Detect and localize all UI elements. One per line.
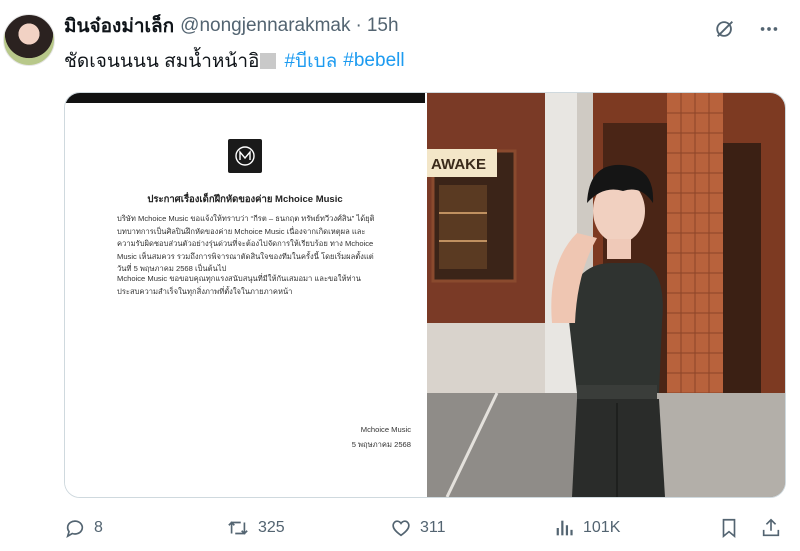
repost-icon: [228, 521, 248, 535]
reply-count: 8: [94, 519, 103, 536]
announcement-image[interactable]: ประกาศเรื่องเด็กฝึกหัดของค่าย Mchoice Mu…: [65, 93, 425, 497]
bookmark-icon: [722, 518, 736, 539]
document-paragraph: Mchoice Music ขอขอบคุณทุกแรงสนับสนุนที่ม…: [117, 274, 361, 296]
share-icon: [762, 518, 780, 537]
reply-icon: [66, 520, 84, 539]
document-title: ประกาศเรื่องเด็กฝึกหัดของค่าย Mchoice Mu…: [147, 194, 343, 205]
bookmark-button[interactable]: [718, 514, 740, 542]
post-media[interactable]: ประกาศเรื่องเด็กฝึกหัดของค่าย Mchoice Mu…: [64, 92, 786, 498]
post-text-body: ชัดเจนนนน สมน้ำหน้าอิ: [64, 51, 260, 72]
post-top-actions: [712, 16, 782, 42]
post-action-bar: 8 325 311 101K: [64, 514, 784, 542]
author-name[interactable]: มินจ๋องม่าเล็ก: [64, 11, 174, 41]
heart-icon: [392, 520, 410, 537]
document-signature-date: 5 พฤษภาคม 2568: [351, 440, 411, 449]
repost-button[interactable]: 325: [226, 514, 285, 542]
redacted-word: [260, 53, 277, 69]
repost-count: 325: [258, 519, 285, 536]
views-icon: [556, 520, 573, 536]
share-button[interactable]: [760, 514, 782, 542]
views-count: 101K: [583, 519, 621, 536]
awake-sign: AWAKE: [431, 156, 486, 173]
post-text: ชัดเจนนนน สมน้ำหน้าอิ #บีเบล #bebell: [64, 46, 405, 76]
post-header: มินจ๋องม่าเล็ก @nongjennarakmak · 15h: [64, 13, 720, 39]
document-signature-org: Mchoice Music: [360, 425, 411, 434]
more-icon[interactable]: [756, 16, 782, 42]
mchoice-logo-icon: [228, 139, 262, 173]
grok-icon[interactable]: [712, 16, 738, 42]
author-handle[interactable]: @nongjennarakmak: [180, 15, 350, 37]
separator-dot: ·: [355, 15, 362, 36]
person-photo[interactable]: AWAKE: [427, 93, 785, 497]
like-button[interactable]: 311: [390, 514, 446, 542]
document-paragraph: บริษัท Mchoice Music ขอแจ้งให้ทราบว่า “ก…: [117, 214, 375, 273]
reply-button[interactable]: 8: [64, 514, 103, 542]
views-button[interactable]: 101K: [553, 514, 620, 542]
avatar[interactable]: [3, 14, 55, 66]
hashtag-link[interactable]: #บีเบล: [284, 46, 337, 76]
hashtag-link[interactable]: #bebell: [343, 50, 404, 72]
post-time[interactable]: 15h: [367, 15, 399, 37]
like-count: 311: [420, 519, 446, 536]
